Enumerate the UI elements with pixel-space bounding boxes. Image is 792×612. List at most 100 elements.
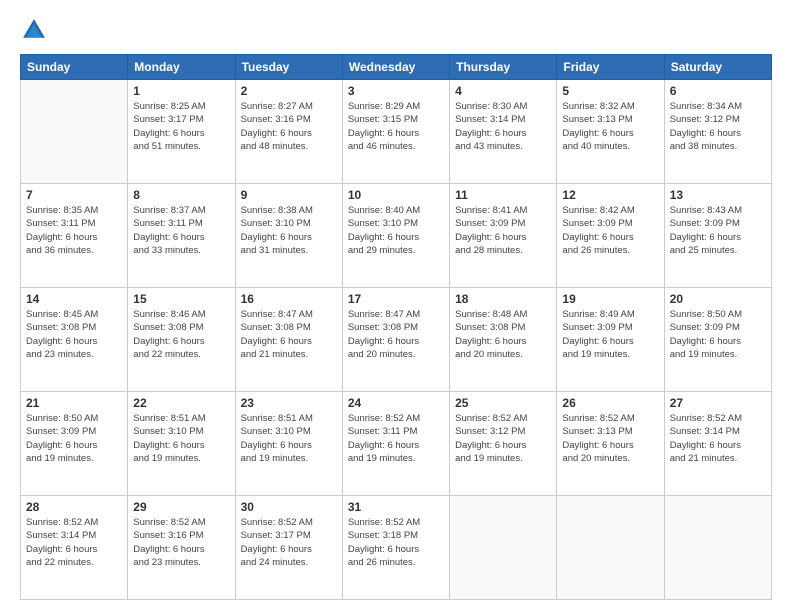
calendar-cell: 8 Sunrise: 8:37 AM Sunset: 3:11 PM Daylig… — [128, 184, 235, 288]
calendar-cell: 17 Sunrise: 8:47 AM Sunset: 3:08 PM Dayli… — [342, 288, 449, 392]
day-number: 25 — [455, 396, 551, 410]
calendar-week-row: 28Sunrise: 8:52 AM Sunset: 3:14 PM Dayli… — [21, 496, 772, 600]
calendar-cell: 30Sunrise: 8:52 AM Sunset: 3:17 PM Dayli… — [235, 496, 342, 600]
calendar-cell: 3Sunrise: 8:29 AM Sunset: 3:15 PM Daylig… — [342, 80, 449, 184]
day-info: Sunrise: 8:52 AM Sunset: 3:18 PM Dayligh… — [348, 516, 444, 569]
calendar-week-row: 14Sunrise: 8:45 AM Sunset: 3:08 PM Dayli… — [21, 288, 772, 392]
day-number: 9 — [241, 188, 337, 202]
calendar-week-row: 1Sunrise: 8:25 AM Sunset: 3:17 PM Daylig… — [21, 80, 772, 184]
calendar-header-wednesday: Wednesday — [342, 55, 449, 80]
calendar-cell: 23 Sunrise: 8:51 AM Sunset: 3:10 PM Dayli… — [235, 392, 342, 496]
calendar-cell: 27Sunrise: 8:52 AM Sunset: 3:14 PM Dayli… — [664, 392, 771, 496]
calendar-cell: 15 Sunrise: 8:46 AM Sunset: 3:08 PM Dayli… — [128, 288, 235, 392]
calendar-cell: 4 Sunrise: 8:30 AM Sunset: 3:14 PM Daylig… — [450, 80, 557, 184]
day-info: Sunrise: 8:50 AM Sunset: 3:09 PM Dayligh… — [26, 412, 122, 465]
day-info: Sunrise: 8:49 AM Sunset: 3:09 PM Dayligh… — [562, 308, 658, 361]
day-number: 27 — [670, 396, 766, 410]
calendar-cell — [664, 496, 771, 600]
day-info: Sunrise: 8:51 AM Sunset: 3:10 PM Dayligh… — [241, 412, 337, 465]
calendar-cell: 11Sunrise: 8:41 AM Sunset: 3:09 PM Dayli… — [450, 184, 557, 288]
day-info: Sunrise: 8:27 AM Sunset: 3:16 PM Dayligh… — [241, 100, 337, 153]
calendar-cell: 19 Sunrise: 8:49 AM Sunset: 3:09 PM Dayli… — [557, 288, 664, 392]
day-info: Sunrise: 8:50 AM Sunset: 3:09 PM Dayligh… — [670, 308, 766, 361]
day-number: 17 — [348, 292, 444, 306]
calendar-cell: 2 Sunrise: 8:27 AM Sunset: 3:16 PM Daylig… — [235, 80, 342, 184]
calendar-cell: 21 Sunrise: 8:50 AM Sunset: 3:09 PM Dayli… — [21, 392, 128, 496]
day-info: Sunrise: 8:37 AM Sunset: 3:11 PM Dayligh… — [133, 204, 229, 257]
calendar-header-sunday: Sunday — [21, 55, 128, 80]
day-number: 7 — [26, 188, 122, 202]
header — [20, 16, 772, 44]
day-info: Sunrise: 8:46 AM Sunset: 3:08 PM Dayligh… — [133, 308, 229, 361]
day-info: Sunrise: 8:52 AM Sunset: 3:14 PM Dayligh… — [26, 516, 122, 569]
calendar-cell: 31Sunrise: 8:52 AM Sunset: 3:18 PM Dayli… — [342, 496, 449, 600]
calendar-header-row: SundayMondayTuesdayWednesdayThursdayFrid… — [21, 55, 772, 80]
day-number: 6 — [670, 84, 766, 98]
calendar-cell — [450, 496, 557, 600]
day-number: 26 — [562, 396, 658, 410]
day-number: 5 — [562, 84, 658, 98]
calendar-header-saturday: Saturday — [664, 55, 771, 80]
day-info: Sunrise: 8:47 AM Sunset: 3:08 PM Dayligh… — [348, 308, 444, 361]
calendar-cell: 24 Sunrise: 8:52 AM Sunset: 3:11 PM Dayli… — [342, 392, 449, 496]
day-info: Sunrise: 8:38 AM Sunset: 3:10 PM Dayligh… — [241, 204, 337, 257]
calendar-cell: 22Sunrise: 8:51 AM Sunset: 3:10 PM Dayli… — [128, 392, 235, 496]
calendar-cell — [21, 80, 128, 184]
calendar-cell: 1Sunrise: 8:25 AM Sunset: 3:17 PM Daylig… — [128, 80, 235, 184]
calendar-cell — [557, 496, 664, 600]
calendar-cell: 13 Sunrise: 8:43 AM Sunset: 3:09 PM Dayli… — [664, 184, 771, 288]
day-number: 8 — [133, 188, 229, 202]
calendar-header-thursday: Thursday — [450, 55, 557, 80]
day-number: 19 — [562, 292, 658, 306]
day-info: Sunrise: 8:52 AM Sunset: 3:16 PM Dayligh… — [133, 516, 229, 569]
calendar-cell: 14Sunrise: 8:45 AM Sunset: 3:08 PM Dayli… — [21, 288, 128, 392]
calendar-cell: 16 Sunrise: 8:47 AM Sunset: 3:08 PM Dayli… — [235, 288, 342, 392]
calendar-cell: 9 Sunrise: 8:38 AM Sunset: 3:10 PM Daylig… — [235, 184, 342, 288]
day-number: 30 — [241, 500, 337, 514]
day-number: 13 — [670, 188, 766, 202]
day-info: Sunrise: 8:29 AM Sunset: 3:15 PM Dayligh… — [348, 100, 444, 153]
calendar-header-tuesday: Tuesday — [235, 55, 342, 80]
calendar-week-row: 7 Sunrise: 8:35 AM Sunset: 3:11 PM Daylig… — [21, 184, 772, 288]
logo-icon — [20, 16, 48, 44]
calendar-cell: 5 Sunrise: 8:32 AM Sunset: 3:13 PM Daylig… — [557, 80, 664, 184]
day-number: 11 — [455, 188, 551, 202]
day-number: 2 — [241, 84, 337, 98]
day-info: Sunrise: 8:35 AM Sunset: 3:11 PM Dayligh… — [26, 204, 122, 257]
calendar-table: SundayMondayTuesdayWednesdayThursdayFrid… — [20, 54, 772, 600]
calendar-cell: 26 Sunrise: 8:52 AM Sunset: 3:13 PM Dayli… — [557, 392, 664, 496]
day-number: 10 — [348, 188, 444, 202]
day-info: Sunrise: 8:52 AM Sunset: 3:11 PM Dayligh… — [348, 412, 444, 465]
day-number: 15 — [133, 292, 229, 306]
calendar-cell: 28Sunrise: 8:52 AM Sunset: 3:14 PM Dayli… — [21, 496, 128, 600]
logo — [20, 16, 52, 44]
calendar-cell: 29 Sunrise: 8:52 AM Sunset: 3:16 PM Dayli… — [128, 496, 235, 600]
day-number: 21 — [26, 396, 122, 410]
calendar-cell: 6 Sunrise: 8:34 AM Sunset: 3:12 PM Daylig… — [664, 80, 771, 184]
day-info: Sunrise: 8:40 AM Sunset: 3:10 PM Dayligh… — [348, 204, 444, 257]
calendar-header-friday: Friday — [557, 55, 664, 80]
calendar-cell: 12 Sunrise: 8:42 AM Sunset: 3:09 PM Dayli… — [557, 184, 664, 288]
day-info: Sunrise: 8:32 AM Sunset: 3:13 PM Dayligh… — [562, 100, 658, 153]
day-info: Sunrise: 8:45 AM Sunset: 3:08 PM Dayligh… — [26, 308, 122, 361]
day-info: Sunrise: 8:30 AM Sunset: 3:14 PM Dayligh… — [455, 100, 551, 153]
day-info: Sunrise: 8:25 AM Sunset: 3:17 PM Dayligh… — [133, 100, 229, 153]
day-info: Sunrise: 8:43 AM Sunset: 3:09 PM Dayligh… — [670, 204, 766, 257]
day-number: 16 — [241, 292, 337, 306]
calendar-cell: 20Sunrise: 8:50 AM Sunset: 3:09 PM Dayli… — [664, 288, 771, 392]
day-info: Sunrise: 8:34 AM Sunset: 3:12 PM Dayligh… — [670, 100, 766, 153]
calendar-header-monday: Monday — [128, 55, 235, 80]
day-number: 18 — [455, 292, 551, 306]
day-number: 23 — [241, 396, 337, 410]
day-number: 12 — [562, 188, 658, 202]
day-number: 29 — [133, 500, 229, 514]
day-info: Sunrise: 8:47 AM Sunset: 3:08 PM Dayligh… — [241, 308, 337, 361]
day-info: Sunrise: 8:52 AM Sunset: 3:13 PM Dayligh… — [562, 412, 658, 465]
day-info: Sunrise: 8:52 AM Sunset: 3:12 PM Dayligh… — [455, 412, 551, 465]
calendar-week-row: 21 Sunrise: 8:50 AM Sunset: 3:09 PM Dayli… — [21, 392, 772, 496]
day-number: 4 — [455, 84, 551, 98]
day-number: 24 — [348, 396, 444, 410]
day-number: 22 — [133, 396, 229, 410]
day-info: Sunrise: 8:42 AM Sunset: 3:09 PM Dayligh… — [562, 204, 658, 257]
page: SundayMondayTuesdayWednesdayThursdayFrid… — [0, 0, 792, 612]
